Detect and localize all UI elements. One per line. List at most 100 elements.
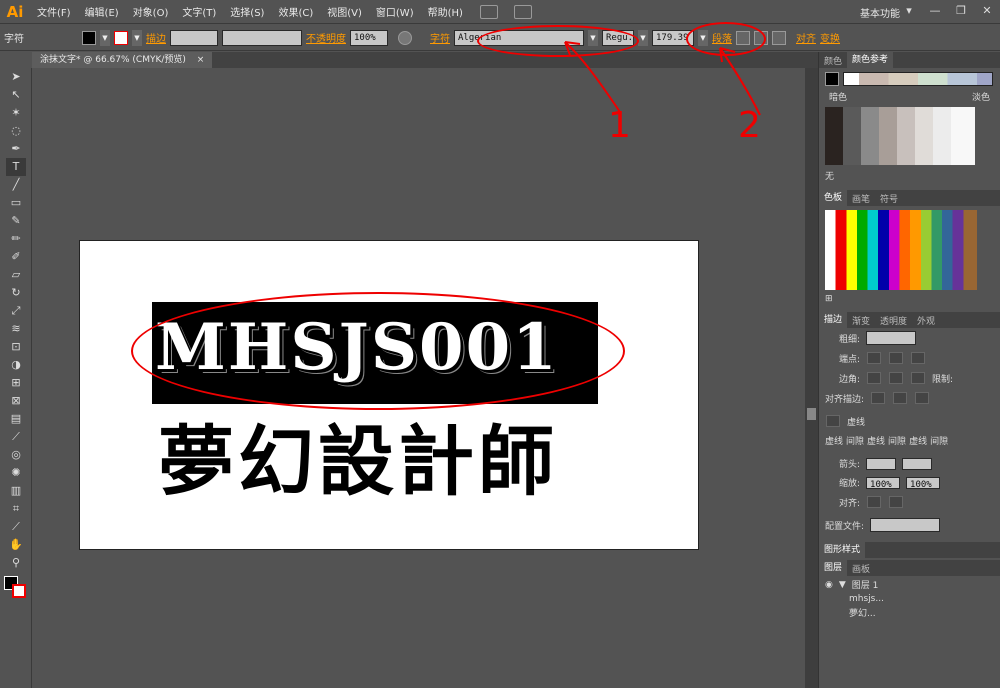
opacity-field[interactable]: 100% xyxy=(350,29,388,46)
close-window-icon[interactable]: ✕ xyxy=(974,2,1000,20)
tab-layers[interactable]: 图层 xyxy=(819,560,848,576)
align-inside-stroke-icon[interactable] xyxy=(893,392,908,404)
magic-wand-icon[interactable]: ✶ xyxy=(6,104,26,122)
column-graph-icon[interactable]: ▥ xyxy=(6,482,26,500)
rotate-icon[interactable]: ↻ xyxy=(6,284,26,302)
fill-swatch[interactable] xyxy=(82,30,96,45)
scale-start-field[interactable]: 100% xyxy=(866,476,901,489)
round-cap-icon[interactable] xyxy=(889,352,904,364)
square-cap-icon[interactable] xyxy=(911,352,926,364)
tab-color[interactable]: 颜色 xyxy=(819,54,847,67)
menu-window[interactable]: 窗口(W) xyxy=(369,4,421,19)
harmony-strip[interactable] xyxy=(843,72,993,86)
font-style-dropdown-icon[interactable]: ▼ xyxy=(638,29,648,46)
symbol-sprayer-icon[interactable]: ✺ xyxy=(6,464,26,482)
profile-field[interactable] xyxy=(870,518,941,532)
minimize-icon[interactable]: — xyxy=(922,2,948,20)
menu-select[interactable]: 选择(S) xyxy=(223,4,271,19)
layer-row[interactable]: ◉ ▼ 图层 1 xyxy=(819,576,1000,593)
transform-label[interactable]: 变换 xyxy=(820,30,840,45)
pencil-icon[interactable]: ✏ xyxy=(6,230,26,248)
base-color-swatch[interactable] xyxy=(825,72,839,86)
rectangle-tool-icon[interactable]: ▭ xyxy=(6,194,26,212)
shape-builder-icon[interactable]: ◑ xyxy=(6,356,26,374)
tab-color-guide[interactable]: 颜色参考 xyxy=(847,52,894,68)
swatch-library-icon[interactable]: ⊞ xyxy=(825,294,833,304)
recolor-icon[interactable] xyxy=(398,30,412,45)
swatch-grid[interactable] xyxy=(825,210,977,290)
round-join-icon[interactable] xyxy=(889,372,904,384)
search-icon[interactable]: ▾ xyxy=(896,2,922,20)
menu-file[interactable]: 文件(F) xyxy=(30,4,78,19)
menu-object[interactable]: 对象(O) xyxy=(126,4,176,19)
gradient-icon[interactable]: ▤ xyxy=(6,410,26,428)
menu-help[interactable]: 帮助(H) xyxy=(421,4,470,19)
tab-gradient[interactable]: 渐变 xyxy=(847,314,875,327)
color-guide-grid[interactable] xyxy=(825,107,975,165)
blend-icon[interactable]: ◎ xyxy=(6,446,26,464)
scroll-thumb[interactable] xyxy=(807,408,816,420)
selection-tool-icon[interactable]: ➤ xyxy=(6,68,26,86)
chinese-text[interactable]: 夢幻設計師 xyxy=(158,400,628,510)
align-outside-stroke-icon[interactable] xyxy=(915,392,930,404)
slice-icon[interactable]: ⟋ xyxy=(6,518,26,536)
arrange-documents-icon[interactable] xyxy=(513,4,532,19)
pen-tool-icon[interactable]: ✒ xyxy=(6,140,26,158)
tab-artboards[interactable]: 画板 xyxy=(847,562,875,575)
butt-cap-icon[interactable] xyxy=(867,352,882,364)
dashed-checkbox[interactable] xyxy=(826,415,840,427)
miter-join-icon[interactable] xyxy=(867,372,882,384)
end-arrow-field[interactable] xyxy=(902,457,933,470)
tab-transparency[interactable]: 透明度 xyxy=(875,314,912,327)
weight-field[interactable] xyxy=(866,331,917,345)
opacity-label[interactable]: 不透明度 xyxy=(306,30,346,45)
tab-appearance[interactable]: 外观 xyxy=(912,314,940,327)
stroke-weight-field[interactable] xyxy=(170,29,218,46)
eraser-icon[interactable]: ▱ xyxy=(6,266,26,284)
tab-brushes[interactable]: 画笔 xyxy=(847,192,875,205)
free-transform-icon[interactable]: ⊡ xyxy=(6,338,26,356)
arrow-align-start-icon[interactable] xyxy=(867,496,882,508)
scale-icon[interactable]: ⤢ xyxy=(6,302,26,320)
warp-icon[interactable]: ≋ xyxy=(6,320,26,338)
start-arrow-field[interactable] xyxy=(866,457,897,470)
paintbrush-icon[interactable]: ✎ xyxy=(6,212,26,230)
tab-swatches[interactable]: 色板 xyxy=(819,190,848,206)
scale-end-field[interactable]: 100% xyxy=(906,476,941,489)
blob-brush-icon[interactable]: ✐ xyxy=(6,248,26,266)
line-tool-icon[interactable]: ╱ xyxy=(6,176,26,194)
layer-item[interactable]: mhsjs... xyxy=(819,593,1000,605)
direct-selection-tool-icon[interactable]: ↖ xyxy=(6,86,26,104)
tab-stroke[interactable]: 描边 xyxy=(819,312,848,328)
mesh-icon[interactable]: ⊠ xyxy=(6,392,26,410)
hand-tool-icon[interactable]: ✋ xyxy=(6,536,26,554)
layer-item[interactable]: 夢幻... xyxy=(819,605,1000,620)
type-tool-icon[interactable]: T xyxy=(6,158,26,176)
artboard-tool-icon[interactable]: ⌗ xyxy=(6,500,26,518)
tab-symbols[interactable]: 符号 xyxy=(875,192,903,205)
stroke-dropdown-icon[interactable]: ▼ xyxy=(132,29,142,46)
workspace-switcher[interactable]: 基本功能 xyxy=(860,5,900,20)
lasso-icon[interactable]: ◌ xyxy=(6,122,26,140)
fill-dropdown-icon[interactable]: ▼ xyxy=(100,29,110,46)
menu-edit[interactable]: 编辑(E) xyxy=(78,4,126,19)
char-label[interactable]: 字符 xyxy=(430,30,450,45)
bridge-icon[interactable] xyxy=(479,4,498,19)
align-right-icon[interactable] xyxy=(772,30,786,45)
bevel-join-icon[interactable] xyxy=(911,372,926,384)
variable-width-field[interactable] xyxy=(222,29,302,46)
close-tab-icon[interactable]: × xyxy=(197,55,205,65)
align-center-stroke-icon[interactable] xyxy=(871,392,886,404)
menu-effect[interactable]: 效果(C) xyxy=(271,4,320,19)
maximize-icon[interactable]: ❐ xyxy=(948,2,974,20)
menu-type[interactable]: 文字(T) xyxy=(175,4,223,19)
arrow-align-end-icon[interactable] xyxy=(889,496,904,508)
visibility-eye-icon[interactable]: ◉ xyxy=(825,580,833,590)
vertical-scrollbar[interactable] xyxy=(805,68,818,688)
tab-graphic-styles[interactable]: 图形样式 xyxy=(819,542,866,558)
document-tab[interactable]: 涂抹文字* @ 66.67% (CMYK/预览) × xyxy=(32,52,213,68)
stroke-label[interactable]: 描边 xyxy=(146,30,166,45)
perspective-grid-icon[interactable]: ⊞ xyxy=(6,374,26,392)
align-label[interactable]: 对齐 xyxy=(796,30,816,45)
menu-view[interactable]: 视图(V) xyxy=(320,4,369,19)
